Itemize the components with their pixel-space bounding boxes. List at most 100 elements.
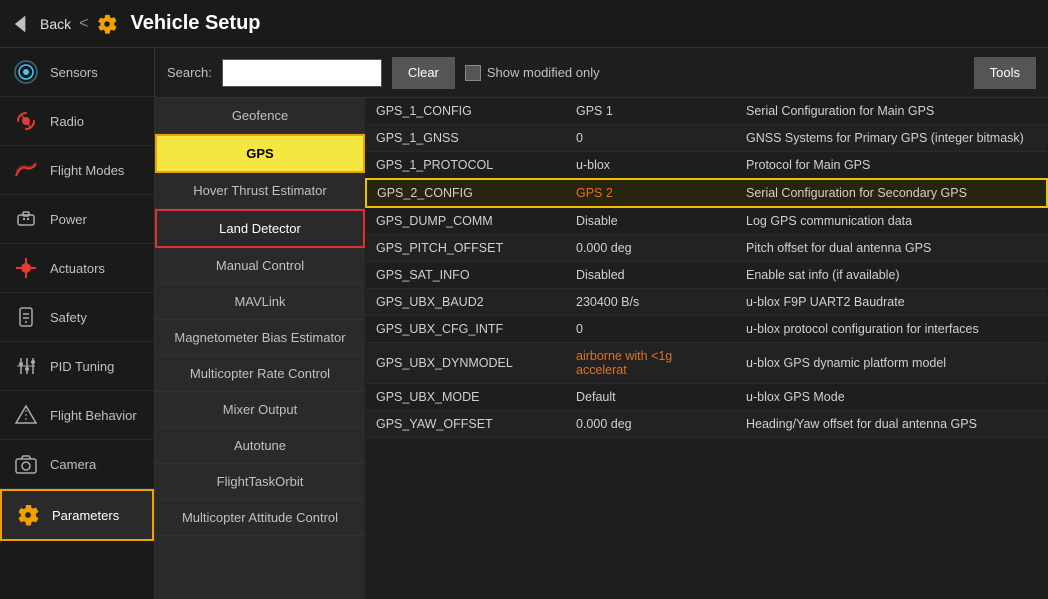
table-row[interactable]: GPS_DUMP_COMMDisableLog GPS communicatio… bbox=[366, 207, 1047, 235]
param-value[interactable]: Disabled bbox=[566, 262, 736, 289]
param-value[interactable]: airborne with <1g accelerat bbox=[566, 343, 736, 384]
toolbar: Search: Clear Show modified only Tools bbox=[155, 48, 1048, 98]
param-name: GPS_UBX_DYNMODEL bbox=[366, 343, 566, 384]
param-value[interactable]: 0.000 deg bbox=[566, 235, 736, 262]
flight-behavior-icon bbox=[12, 401, 40, 429]
param-name: GPS_SAT_INFO bbox=[366, 262, 566, 289]
nav-item-hover-thrust[interactable]: Hover Thrust Estimator bbox=[155, 173, 365, 209]
search-input[interactable] bbox=[222, 59, 382, 87]
nav-item-autotune[interactable]: Autotune bbox=[155, 428, 365, 464]
flight-behavior-label: Flight Behavior bbox=[50, 408, 137, 423]
search-label: Search: bbox=[167, 65, 212, 80]
sidebar-item-flight-modes[interactable]: Flight Modes bbox=[0, 146, 154, 195]
power-label: Power bbox=[50, 212, 87, 227]
param-value[interactable]: u-blox bbox=[566, 152, 736, 180]
param-value[interactable]: 0.000 deg bbox=[566, 411, 736, 438]
power-icon bbox=[12, 205, 40, 233]
param-value[interactable]: GPS 1 bbox=[566, 98, 736, 125]
param-description: u-blox F9P UART2 Baudrate bbox=[736, 289, 1047, 316]
table-row[interactable]: GPS_UBX_CFG_INTF0u-blox protocol configu… bbox=[366, 316, 1047, 343]
sidebar-item-actuators[interactable]: Actuators bbox=[0, 244, 154, 293]
param-name: GPS_1_CONFIG bbox=[366, 98, 566, 125]
param-description: Enable sat info (if available) bbox=[736, 262, 1047, 289]
tools-button[interactable]: Tools bbox=[974, 57, 1036, 89]
table-row[interactable]: GPS_1_CONFIGGPS 1Serial Configuration fo… bbox=[366, 98, 1047, 125]
table-row[interactable]: GPS_SAT_INFODisabledEnable sat info (if … bbox=[366, 262, 1047, 289]
param-name: GPS_UBX_CFG_INTF bbox=[366, 316, 566, 343]
nav-item-mixer-output[interactable]: Mixer Output bbox=[155, 392, 365, 428]
param-description: u-blox protocol configuration for interf… bbox=[736, 316, 1047, 343]
sidebar-item-parameters[interactable]: Parameters bbox=[0, 489, 154, 541]
param-name: GPS_UBX_MODE bbox=[366, 384, 566, 411]
param-description: u-blox GPS Mode bbox=[736, 384, 1047, 411]
params-table: GPS_1_CONFIGGPS 1 Serial Configuration fo… bbox=[365, 98, 1048, 438]
param-description: u-blox GPS dynamic platform model bbox=[736, 343, 1047, 384]
main-layout: Sensors Radio Flight Modes bbox=[0, 48, 1048, 599]
show-modified-label: Show modified only bbox=[487, 65, 600, 80]
param-name: GPS_UBX_BAUD2 bbox=[366, 289, 566, 316]
clear-button[interactable]: Clear bbox=[392, 57, 455, 89]
nav-item-gps[interactable]: GPS bbox=[155, 134, 365, 173]
param-value[interactable]: GPS 2 bbox=[566, 179, 736, 207]
sidebar-item-power[interactable]: Power bbox=[0, 195, 154, 244]
param-name: GPS_1_GNSS bbox=[366, 125, 566, 152]
nav-panel: Geofence GPS Hover Thrust Estimator Land… bbox=[155, 98, 365, 599]
param-description: Serial Configuration for Secondary GPS bbox=[736, 179, 1047, 207]
actuators-label: Actuators bbox=[50, 261, 105, 276]
sidebar-item-camera[interactable]: Camera bbox=[0, 440, 154, 489]
nav-item-flighttaskorbit[interactable]: FlightTaskOrbit bbox=[155, 464, 365, 500]
show-modified-checkbox[interactable] bbox=[465, 65, 481, 81]
param-name: GPS_2_CONFIG bbox=[366, 179, 566, 207]
app-header: Back < Vehicle Setup bbox=[0, 0, 1048, 48]
param-value[interactable]: 230400 B/s bbox=[566, 289, 736, 316]
nav-item-multicopter-rate[interactable]: Multicopter Rate Control bbox=[155, 356, 365, 392]
nav-item-geofence[interactable]: Geofence bbox=[155, 98, 365, 134]
flight-modes-label: Flight Modes bbox=[50, 163, 124, 178]
param-value[interactable]: 0 bbox=[566, 316, 736, 343]
param-value[interactable]: Disable bbox=[566, 207, 736, 235]
params-panel: GPS_1_CONFIGGPS 1 Serial Configuration fo… bbox=[365, 98, 1048, 599]
table-row[interactable]: GPS_UBX_BAUD2230400 B/su-blox F9P UART2 … bbox=[366, 289, 1047, 316]
sidebar-item-safety[interactable]: Safety bbox=[0, 293, 154, 342]
nav-item-magnetometer[interactable]: Magnetometer Bias Estimator bbox=[155, 320, 365, 356]
back-button[interactable]: Back bbox=[40, 16, 71, 32]
sidebar-item-flight-behavior[interactable]: Flight Behavior bbox=[0, 391, 154, 440]
page-title: Vehicle Setup bbox=[130, 12, 260, 35]
back-arrow-icon bbox=[12, 14, 32, 34]
sensors-label: Sensors bbox=[50, 65, 98, 80]
nav-item-mavlink[interactable]: MAVLink bbox=[155, 284, 365, 320]
param-name: GPS_YAW_OFFSET bbox=[366, 411, 566, 438]
param-name: GPS_PITCH_OFFSET bbox=[366, 235, 566, 262]
pid-label: PID Tuning bbox=[50, 359, 114, 374]
table-row[interactable]: GPS_1_GNSS0GNSS Systems for Primary GPS … bbox=[366, 125, 1047, 152]
sensor-icon bbox=[12, 58, 40, 86]
table-row[interactable]: GPS_UBX_DYNMODELairborne with <1g accele… bbox=[366, 343, 1047, 384]
radio-label: Radio bbox=[50, 114, 84, 129]
radio-icon bbox=[12, 107, 40, 135]
gear-icon bbox=[96, 13, 118, 35]
parameters-label: Parameters bbox=[52, 508, 119, 523]
param-name: GPS_1_PROTOCOL bbox=[366, 152, 566, 180]
safety-label: Safety bbox=[50, 310, 87, 325]
sidebar-item-sensors[interactable]: Sensors bbox=[0, 48, 154, 97]
pid-icon bbox=[12, 352, 40, 380]
param-description: GNSS Systems for Primary GPS (integer bi… bbox=[736, 125, 1047, 152]
parameters-icon bbox=[14, 501, 42, 529]
actuators-icon bbox=[12, 254, 40, 282]
param-value[interactable]: 0 bbox=[566, 125, 736, 152]
table-row[interactable]: GPS_UBX_MODEDefaultu-blox GPS Mode bbox=[366, 384, 1047, 411]
table-row[interactable]: GPS_PITCH_OFFSET0.000 degPitch offset fo… bbox=[366, 235, 1047, 262]
table-row[interactable]: GPS_YAW_OFFSET0.000 degHeading/Yaw offse… bbox=[366, 411, 1047, 438]
table-row[interactable]: GPS_1_PROTOCOLu-bloxProtocol for Main GP… bbox=[366, 152, 1047, 180]
nav-item-multicopter-attitude[interactable]: Multicopter Attitude Control bbox=[155, 500, 365, 536]
sidebar: Sensors Radio Flight Modes bbox=[0, 48, 155, 599]
nav-item-manual-control[interactable]: Manual Control bbox=[155, 248, 365, 284]
param-value[interactable]: Default bbox=[566, 384, 736, 411]
sidebar-item-pid-tuning[interactable]: PID Tuning bbox=[0, 342, 154, 391]
safety-icon bbox=[12, 303, 40, 331]
sidebar-item-radio[interactable]: Radio bbox=[0, 97, 154, 146]
param-description: Pitch offset for dual antenna GPS bbox=[736, 235, 1047, 262]
panels: Geofence GPS Hover Thrust Estimator Land… bbox=[155, 98, 1048, 599]
nav-item-land-detector[interactable]: Land Detector bbox=[155, 209, 365, 248]
table-row[interactable]: GPS_2_CONFIGGPS 2Serial Configuration fo… bbox=[366, 179, 1047, 207]
